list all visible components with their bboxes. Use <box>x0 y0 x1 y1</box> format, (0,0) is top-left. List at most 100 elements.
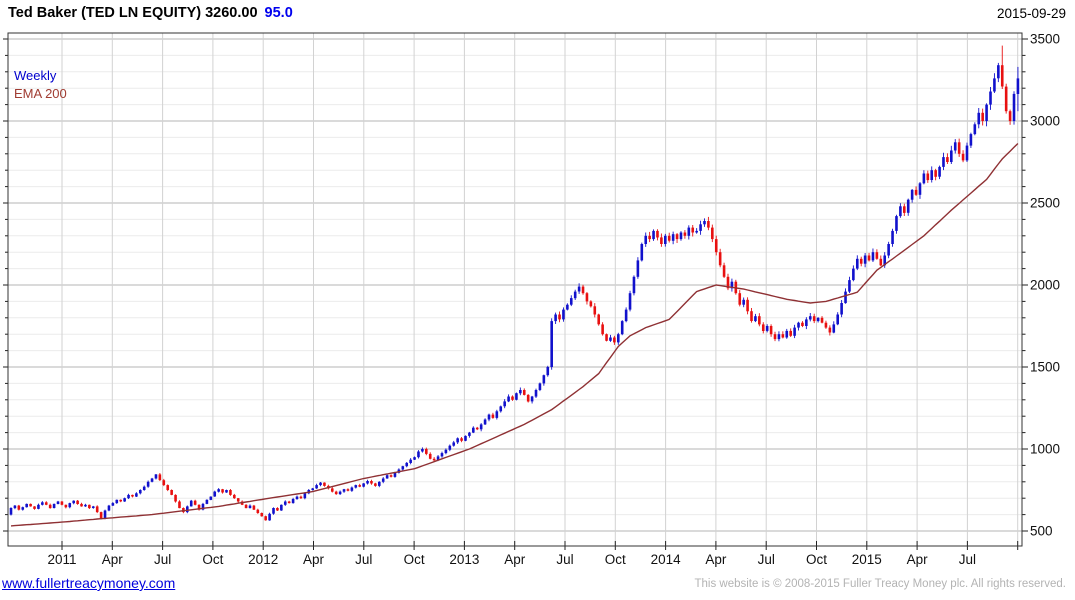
candle-up <box>965 145 969 161</box>
candle-up <box>9 508 13 515</box>
candle-up <box>483 419 487 425</box>
candle-down <box>178 501 181 509</box>
candle-up <box>891 230 894 244</box>
chart-area[interactable]: 500 1000 1500 2000 2500 3000 3500 2011 Apr Jul Oct… <box>0 30 1075 575</box>
candle-down <box>820 317 824 323</box>
candle-down <box>166 485 170 490</box>
candle-up <box>989 91 992 105</box>
candle-down <box>299 496 303 499</box>
candle-down <box>346 489 350 491</box>
candle-up <box>636 260 640 277</box>
candle-up <box>785 330 789 338</box>
candle-up <box>41 502 44 505</box>
candle-down <box>432 458 436 461</box>
candle-up <box>777 334 781 340</box>
candle-down <box>119 499 122 502</box>
candle-down <box>656 230 659 238</box>
candle-down <box>750 311 753 321</box>
candle-up <box>906 199 910 213</box>
candle-up <box>950 150 953 162</box>
candle-down <box>683 232 687 236</box>
chart-header: Ted Baker (TED LN EQUITY) 3260.00 95.0 <box>8 5 293 21</box>
candle-up <box>620 321 624 335</box>
candle-down <box>276 508 279 511</box>
candle-down <box>193 500 197 505</box>
candle-up <box>91 506 95 508</box>
candle-down <box>99 512 103 519</box>
candle-down <box>17 505 21 510</box>
candle-up <box>452 442 456 446</box>
candle-up <box>953 142 957 151</box>
candle-up <box>848 280 851 292</box>
candle-down <box>334 491 338 495</box>
candle-up <box>315 485 318 489</box>
candle-up <box>797 322 800 328</box>
candle-up <box>495 411 499 418</box>
candle-up <box>515 393 518 400</box>
candle-up <box>354 485 358 488</box>
candle-up <box>295 496 299 500</box>
candle-down <box>675 234 679 240</box>
candle-down <box>926 173 930 181</box>
candle-up <box>918 183 922 195</box>
candle-up <box>268 513 271 521</box>
candle-up <box>546 367 550 376</box>
candle-down <box>1000 65 1004 87</box>
candle-up <box>362 483 365 487</box>
candle-up <box>840 303 843 315</box>
x-axis-label: Oct <box>202 552 223 567</box>
candle-up <box>942 157 945 167</box>
candle-up <box>765 326 769 331</box>
candle-up <box>985 104 988 121</box>
x-axis-label: Oct <box>605 552 626 567</box>
candle-up <box>922 173 926 184</box>
candle-up <box>472 427 475 433</box>
candle-up <box>479 424 483 430</box>
candle-down <box>914 189 918 195</box>
candle-up <box>554 314 557 322</box>
candle-up <box>189 500 193 507</box>
candle-up <box>52 503 56 508</box>
candle-up <box>499 406 503 412</box>
candle-up <box>699 224 702 231</box>
candle-up <box>21 507 25 510</box>
candle-down <box>260 513 264 517</box>
legend-weekly: Weekly <box>14 68 57 83</box>
y-axis-label: 3000 <box>1030 114 1060 129</box>
candle-down <box>229 490 232 495</box>
website-link[interactable]: www.fullertreacymoney.com <box>2 575 175 591</box>
candle-up <box>440 453 444 457</box>
candle-up <box>703 221 706 225</box>
candle-up <box>464 435 467 441</box>
candle-down <box>738 293 742 305</box>
candle-up <box>123 498 126 502</box>
x-axis-label: 2012 <box>248 552 278 567</box>
x-axis-label: 2015 <box>852 552 882 567</box>
candle-down <box>711 227 714 240</box>
candle-up <box>142 486 146 490</box>
candle-up <box>283 501 287 505</box>
candle-down <box>252 505 256 510</box>
candle-up <box>311 488 314 490</box>
candle-down <box>460 438 463 441</box>
candle-up <box>72 500 75 504</box>
candle-down <box>33 506 36 509</box>
candle-down <box>370 481 373 484</box>
candle-down <box>158 474 162 481</box>
x-axis-label: Apr <box>907 552 929 567</box>
candle-up <box>679 232 683 240</box>
candle-up <box>569 298 573 305</box>
candle-up <box>248 505 252 509</box>
candle-up <box>448 445 452 450</box>
candle-up <box>887 244 890 256</box>
chart-date: 2015-09-29 <box>996 6 1066 21</box>
candle-down <box>491 414 495 418</box>
candle-down <box>330 488 334 492</box>
candle-down <box>859 258 863 264</box>
candle-down <box>88 504 91 509</box>
candle-down <box>264 516 267 521</box>
candle-down <box>773 334 777 340</box>
candle-down <box>358 485 361 487</box>
x-axis-label: Apr <box>705 552 727 567</box>
x-axis-label: 2013 <box>449 552 479 567</box>
